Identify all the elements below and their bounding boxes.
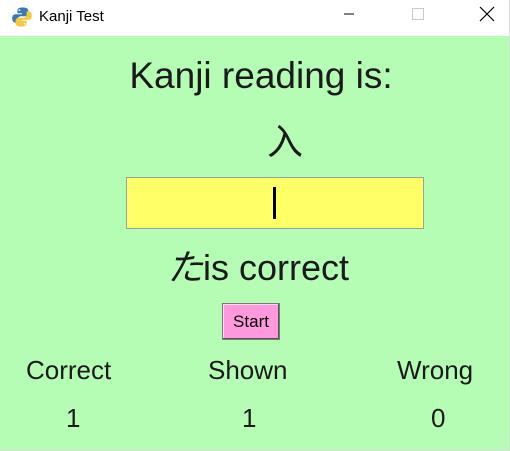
shown-count: 1 [242,403,257,433]
maximize-button[interactable] [395,0,441,32]
feedback-message: たis correct [167,246,349,291]
main-panel: Kanji reading is: 入 たis correct Start Co… [0,36,509,450]
minimize-button[interactable] [326,0,372,32]
start-button[interactable]: Start [222,303,280,340]
shown-label: Shown [208,355,288,385]
minimize-icon [343,7,355,25]
maximize-icon [411,7,425,26]
close-icon [479,6,495,27]
text-caret [273,187,276,219]
prompt-heading: Kanji reading is: [129,55,393,96]
correct-label: Correct [26,355,112,385]
wrong-count: 0 [431,403,446,433]
wrong-label: Wrong [397,355,474,385]
title-bar[interactable]: Kanji Test [0,0,509,36]
close-button[interactable] [464,0,509,32]
window-title: Kanji Test [39,8,104,25]
python-icon [11,6,33,28]
kanji-character: 入 [266,121,303,162]
correct-count: 1 [66,403,81,433]
app-window: Kanji Test Kanji reading is: 入 たis corre… [0,0,510,451]
feedback-text: is correct [203,247,350,288]
reading-input[interactable] [126,177,424,229]
feedback-kana: た [167,248,204,289]
